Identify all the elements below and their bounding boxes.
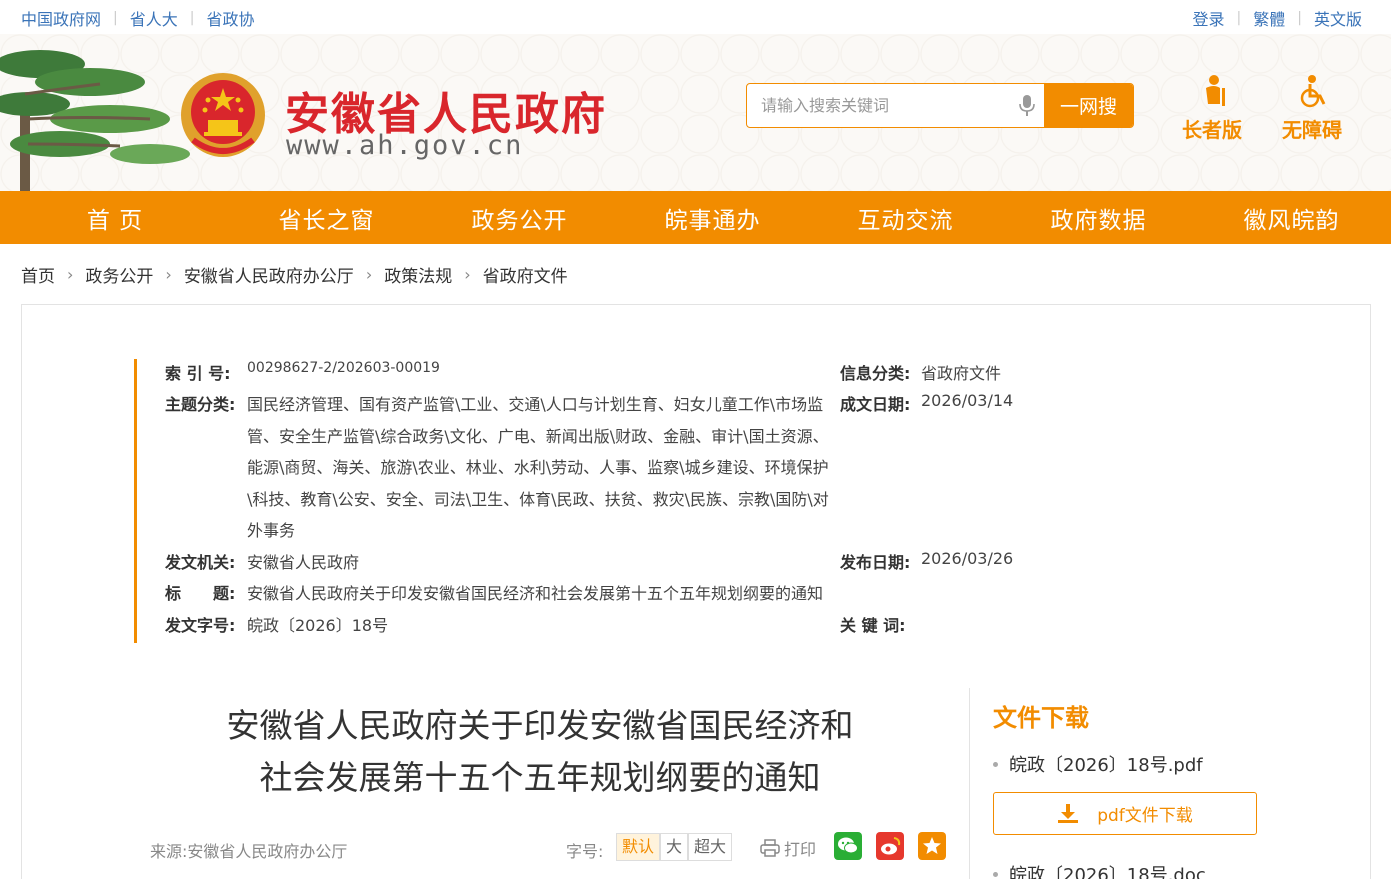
- printer-icon: [760, 839, 780, 857]
- separator: |: [1236, 10, 1242, 26]
- chevron-right-icon: ›: [365, 265, 373, 284]
- article-title-line-2: 社会发展第十五个五年规划纲要的通知: [259, 758, 821, 797]
- doc-number-value: 皖政〔2026〕18号: [247, 616, 389, 635]
- link-gov-cn[interactable]: 中国政府网: [21, 6, 101, 30]
- national-emblem-icon: [181, 73, 265, 157]
- pdf-download-button[interactable]: pdf文件下载: [993, 792, 1257, 835]
- created-date-value: 2026/03/14: [921, 391, 1014, 410]
- breadcrumb-office[interactable]: 安徽省人民政府办公厅: [184, 262, 354, 287]
- download-file-pdf[interactable]: 皖政〔2026〕18号.pdf: [993, 751, 1203, 777]
- keyword-label: 关 键 词:: [840, 616, 906, 635]
- print-button[interactable]: 打印: [760, 836, 816, 860]
- nav-culture[interactable]: 徽风皖韵: [1195, 191, 1388, 244]
- print-label: 打印: [784, 840, 817, 859]
- traditional-chinese-link[interactable]: 繁體: [1253, 6, 1285, 30]
- article-source: 来源:安徽省人民政府办公厅: [150, 842, 348, 861]
- breadcrumb-documents[interactable]: 省政府文件: [483, 262, 568, 287]
- nav-government-data[interactable]: 政府数据: [1002, 191, 1195, 244]
- bullet-icon: [993, 761, 998, 767]
- breadcrumb-policies[interactable]: 政策法规: [384, 262, 452, 287]
- chevron-right-icon: ›: [464, 265, 471, 284]
- separator: |: [189, 10, 195, 26]
- nav-services[interactable]: 皖事通办: [616, 191, 809, 244]
- download-icon: [1058, 803, 1079, 823]
- font-size-xlarge-button[interactable]: 超大: [688, 833, 733, 861]
- index-label: 索 引 号:: [165, 364, 231, 383]
- breadcrumb-home[interactable]: 首页: [21, 262, 55, 287]
- index-value: 00298627-2/202603-00019: [247, 360, 440, 376]
- accessibility-label: 无障碍: [1282, 118, 1342, 142]
- search-button[interactable]: 一网搜: [1044, 84, 1133, 127]
- weibo-share-icon[interactable]: [876, 832, 904, 860]
- separator: |: [1297, 10, 1302, 26]
- bullet-icon: [993, 871, 998, 877]
- main-nav: 首 页 省长之窗 政务公开 皖事通办 互动交流 政府数据 徽风皖韵: [0, 191, 1391, 244]
- link-provincial-congress[interactable]: 省人大: [130, 6, 178, 30]
- created-date-label: 成文日期:: [840, 395, 911, 414]
- search-box: 一网搜: [746, 83, 1134, 128]
- doc-number-label: 发文字号:: [165, 616, 236, 635]
- nav-governor[interactable]: 省长之窗: [230, 191, 423, 244]
- download-file-doc-name: 皖政〔2026〕18号.doc: [1009, 865, 1206, 879]
- elder-person-icon: [1206, 75, 1225, 106]
- wheelchair-icon: [1300, 75, 1326, 108]
- published-date-value: 2026/03/26: [921, 549, 1014, 568]
- article-meta: 来源:安徽省人民政府办公厅 字号: 默认 大 超大 打印: [150, 832, 950, 864]
- download-section-title: 文件下载: [993, 704, 1089, 732]
- accessibility-button[interactable]: 无障碍: [1280, 74, 1344, 143]
- title-value: 安徽省人民政府关于印发安徽省国民经济和社会发展第十五个五年规划纲要的通知: [247, 584, 824, 603]
- nav-home[interactable]: 首 页: [0, 191, 230, 244]
- topic-line-3: 能源\商贸、海关、旅游\农业、林业、水利\劳动、人事、监察\城乡建设、环境保护: [247, 458, 829, 477]
- pdf-download-label: pdf文件下载: [1097, 806, 1193, 826]
- column-divider: [969, 688, 970, 879]
- separator: |: [113, 10, 118, 26]
- chevron-right-icon: ›: [165, 265, 172, 284]
- search-input[interactable]: [747, 84, 1042, 127]
- font-size-default-button[interactable]: 默认: [616, 833, 661, 861]
- breadcrumb-government-affairs[interactable]: 政务公开: [85, 262, 153, 287]
- site-url: www.ah.gov.cn: [286, 130, 524, 161]
- elder-version-button[interactable]: 长者版: [1180, 74, 1244, 143]
- issuer-label: 发文机关:: [165, 553, 236, 572]
- title-label: 标 题:: [165, 584, 236, 603]
- breadcrumb: 首页 › 政务公开 › 安徽省人民政府办公厅 › 政策法规 › 省政府文件: [21, 262, 568, 287]
- login-link[interactable]: 登录: [1193, 6, 1225, 30]
- topic-label: 主题分类:: [165, 395, 236, 414]
- nav-government-affairs[interactable]: 政务公开: [423, 191, 616, 244]
- font-size-label: 字号:: [566, 842, 604, 861]
- category-value: 省政府文件: [921, 364, 1002, 383]
- topic-line-2: 管、安全生产监管\综合政务\文化、广电、新闻出版\财政、金融、审计\国土资源、: [247, 427, 829, 446]
- site-header: 安徽省人民政府 www.ah.gov.cn 一网搜 长者版 无障碍: [0, 34, 1391, 191]
- link-provincial-cppcc[interactable]: 省政协: [206, 6, 254, 30]
- download-file-pdf-name: 皖政〔2026〕18号.pdf: [1009, 755, 1203, 776]
- font-size-large-button[interactable]: 大: [660, 833, 689, 861]
- download-file-doc[interactable]: 皖政〔2026〕18号.doc: [993, 861, 1206, 879]
- issuer-value: 安徽省人民政府: [247, 553, 360, 572]
- article-title-line-1: 安徽省人民政府关于印发安徽省国民经济和: [226, 706, 854, 745]
- favorite-star-icon[interactable]: [918, 832, 946, 860]
- chevron-right-icon: ›: [67, 265, 74, 284]
- category-label: 信息分类:: [840, 364, 911, 383]
- top-links-bar: 中国政府网 | 省人大 | 省政协 登录 | 繁體 | 英文版: [0, 0, 1391, 34]
- topic-line-5: 外事务: [247, 521, 296, 540]
- article-title: 安徽省人民政府关于印发安徽省国民经济和 社会发展第十五个五年规划纲要的通知: [150, 700, 930, 804]
- top-links-left: 中国政府网 | 省人大 | 省政协: [21, 6, 254, 30]
- elder-version-label: 长者版: [1182, 118, 1242, 142]
- wechat-share-icon[interactable]: [834, 832, 862, 860]
- microphone-icon[interactable]: [1019, 95, 1035, 117]
- document-info-panel: 索 引 号: 00298627-2/202603-00019 信息分类: 省政府…: [134, 359, 1014, 643]
- published-date-label: 发布日期:: [840, 553, 911, 572]
- english-version-link[interactable]: 英文版: [1314, 6, 1362, 30]
- top-links-right: 登录 | 繁體 | 英文版: [1193, 6, 1362, 30]
- topic-line-1: 国民经济管理、国有资产监管\工业、交通\人口与计划生育、妇女儿童工作\市场监: [247, 395, 824, 414]
- nav-interaction[interactable]: 互动交流: [809, 191, 1002, 244]
- topic-line-4: \科技、教育\公安、安全、司法\卫生、体育\民政、扶贫、救灾\民族、宗教\国防\…: [247, 490, 829, 509]
- font-size-buttons: 默认 大 超大: [616, 833, 733, 861]
